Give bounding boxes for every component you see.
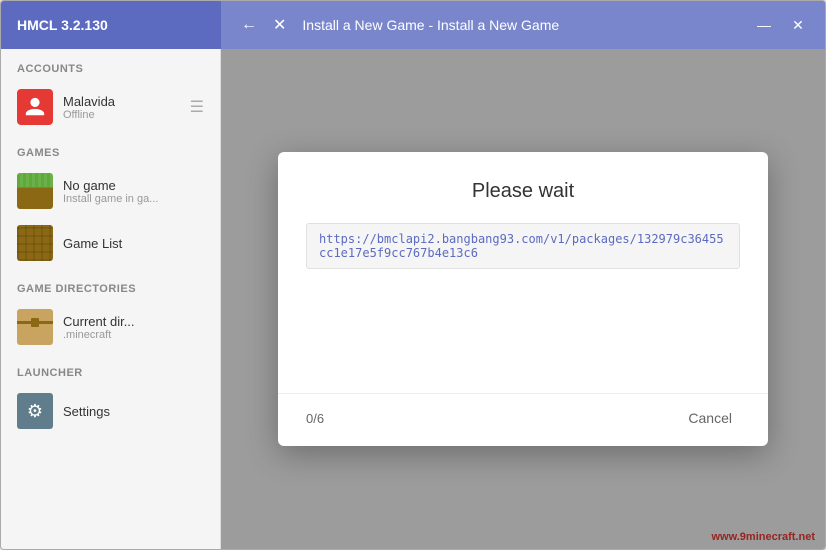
dialog-footer: 0/6 Cancel: [278, 393, 768, 446]
title-bar-left: HMCL 3.2.130: [1, 17, 221, 33]
dialog-title: Please wait: [306, 180, 740, 203]
game-list-info: Game List: [63, 236, 204, 251]
title-bar-right: ← ✕ Install a New Game - Install a New G…: [221, 1, 825, 49]
settings-icon: ⚙: [17, 393, 53, 429]
close-tab-icon: ✕: [273, 15, 286, 35]
dialog-cancel-button[interactable]: Cancel: [680, 406, 740, 430]
game-list-icon: [17, 225, 53, 261]
sidebar: ACCOUNTS Malavida Offline ☰ GAMES No gam…: [1, 49, 221, 549]
directory-info: Current dir... .minecraft: [63, 314, 204, 341]
no-game-name: No game: [63, 178, 204, 193]
window-title: Install a New Game - Install a New Game: [302, 17, 749, 33]
back-icon: ←: [241, 16, 257, 34]
title-bar: HMCL 3.2.130 ← ✕ Install a New Game - In…: [1, 1, 825, 49]
dialog-url: https://bmclapi2.bangbang93.com/v1/packa…: [306, 223, 740, 269]
sidebar-item-directory[interactable]: Current dir... .minecraft: [1, 301, 220, 353]
sidebar-item-account[interactable]: Malavida Offline ☰: [1, 81, 220, 133]
settings-name: Settings: [63, 404, 204, 419]
app-title: HMCL 3.2.130: [17, 17, 108, 33]
minimize-icon: —: [757, 17, 771, 33]
please-wait-dialog: Please wait https://bmclapi2.bangbang93.…: [278, 152, 768, 446]
account-avatar: [17, 89, 53, 125]
window-close-icon: ✕: [792, 17, 804, 34]
close-tab-button[interactable]: ✕: [265, 11, 294, 39]
directory-icon: [17, 309, 53, 345]
directory-name: Current dir...: [63, 314, 204, 329]
main-panel: Current Game Version: 1.14.4 Enter your …: [221, 49, 825, 549]
app-window: HMCL 3.2.130 ← ✕ Install a New Game - In…: [0, 0, 826, 550]
no-game-sub: Install game in ga...: [63, 193, 204, 205]
section-label-directories: GAME DIRECTORIES: [1, 269, 220, 301]
account-menu-icon[interactable]: ☰: [190, 97, 204, 117]
account-info: Malavida Offline: [63, 94, 180, 121]
no-game-info: No game Install game in ga...: [63, 178, 204, 205]
sidebar-item-settings[interactable]: ⚙ Settings: [1, 385, 220, 437]
section-label-accounts: ACCOUNTS: [1, 49, 220, 81]
dialog-progress-label: 0/6: [306, 411, 324, 426]
sidebar-item-no-game[interactable]: No game Install game in ga...: [1, 165, 220, 217]
window-close-button[interactable]: ✕: [783, 10, 813, 40]
modal-overlay: Please wait https://bmclapi2.bangbang93.…: [221, 49, 825, 549]
section-label-launcher: LAUNCHER: [1, 353, 220, 385]
minimize-button[interactable]: —: [749, 10, 779, 40]
window-controls: — ✕: [749, 10, 813, 40]
sidebar-item-game-list[interactable]: Game List: [1, 217, 220, 269]
no-game-icon: [17, 173, 53, 209]
section-label-games: GAMES: [1, 133, 220, 165]
directory-sub: .minecraft: [63, 329, 204, 341]
game-list-name: Game List: [63, 236, 204, 251]
account-name: Malavida: [63, 94, 180, 109]
settings-info: Settings: [63, 404, 204, 419]
dialog-body: Please wait https://bmclapi2.bangbang93.…: [278, 152, 768, 385]
back-button[interactable]: ←: [233, 12, 265, 38]
main-content: ACCOUNTS Malavida Offline ☰ GAMES No gam…: [1, 49, 825, 549]
account-status: Offline: [63, 109, 180, 121]
dialog-progress-area: [306, 285, 740, 385]
